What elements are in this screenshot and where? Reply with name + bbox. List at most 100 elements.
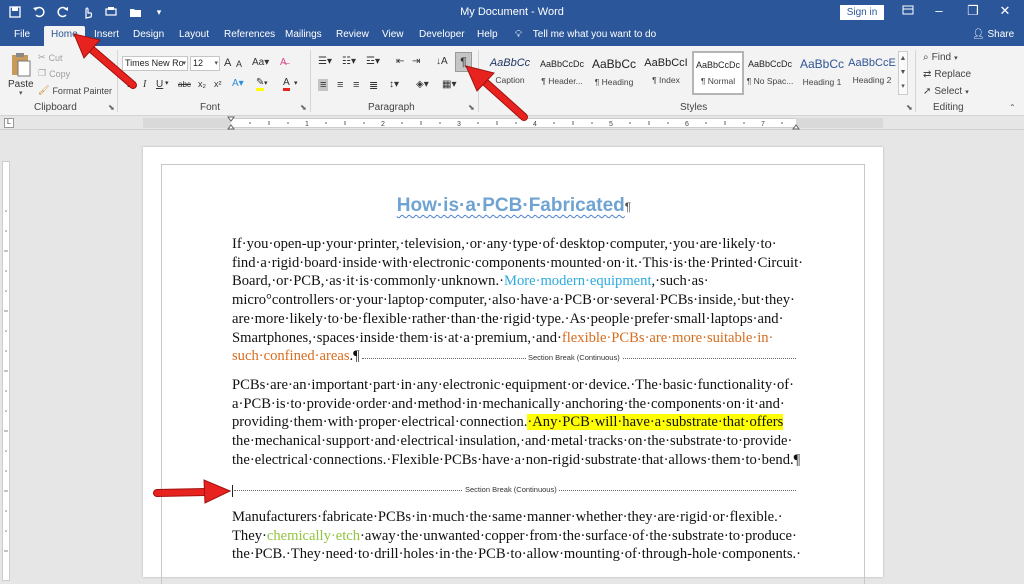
style-index[interactable]: AaBbCcI ¶ Index bbox=[640, 51, 692, 95]
undo-icon[interactable] bbox=[32, 4, 46, 20]
justify-icon[interactable]: ≣ bbox=[369, 79, 378, 92]
find-button[interactable]: ⌕ Find ▾ bbox=[923, 52, 958, 63]
align-right-icon[interactable]: ≡ bbox=[353, 79, 359, 91]
style-name: ¶ Index bbox=[652, 75, 680, 85]
font-launcher-icon[interactable]: ⬊ bbox=[300, 103, 307, 112]
sort-icon[interactable]: ↓A bbox=[436, 56, 448, 67]
italic-button[interactable]: I bbox=[143, 79, 146, 90]
print-preview-icon[interactable] bbox=[104, 4, 118, 20]
share-button[interactable]: 👤︎ Share bbox=[972, 29, 1014, 40]
increase-indent-icon[interactable]: ⇥ bbox=[412, 56, 420, 67]
paragraph-3[interactable]: Manufacturers·fabricate·PCBs·in·much·the… bbox=[232, 508, 802, 564]
redo-icon[interactable] bbox=[56, 4, 70, 20]
tab-help[interactable]: Help bbox=[477, 29, 498, 40]
font-name-combo[interactable]: Times New Ro ▾ bbox=[122, 56, 188, 71]
customize-qat-icon[interactable]: ▾ bbox=[152, 4, 166, 20]
tab-view[interactable]: View bbox=[382, 29, 404, 40]
section-break-2[interactable]: Section Break (Continuous) bbox=[232, 485, 796, 497]
numbering-icon[interactable]: ☷▾ bbox=[342, 56, 356, 67]
collapse-ribbon-icon[interactable]: ⌃ bbox=[1009, 103, 1016, 112]
text-line: the·PCB.·They·need·to·drill·holes·in·the… bbox=[232, 546, 802, 563]
grow-font-button[interactable]: A bbox=[224, 57, 231, 69]
styles-gallery-scroll[interactable]: ▲ ▼ ▾ bbox=[898, 51, 908, 95]
tab-file[interactable]: File bbox=[14, 29, 30, 40]
horizontal-ruler[interactable]: L 1234 567 bbox=[0, 116, 1024, 130]
copy-button[interactable]: ❐ Copy bbox=[38, 68, 70, 79]
paragraph-launcher-icon[interactable]: ⬊ bbox=[468, 103, 475, 112]
shading-icon[interactable]: ◈▾ bbox=[416, 79, 429, 90]
strikethrough-button[interactable]: abc bbox=[178, 80, 191, 89]
vertical-ruler[interactable] bbox=[0, 131, 12, 581]
underline-button[interactable]: U bbox=[156, 79, 163, 90]
bullets-icon[interactable]: ☰▾ bbox=[318, 56, 332, 67]
line-spacing-icon[interactable]: ↕▾ bbox=[389, 79, 399, 90]
paste-button[interactable]: Paste ▾ bbox=[8, 52, 34, 97]
clipboard-launcher-icon[interactable]: ⬊ bbox=[108, 103, 115, 112]
tab-home[interactable]: Home bbox=[44, 26, 85, 46]
svg-text:7: 7 bbox=[761, 121, 765, 128]
text-line: providing·them·with·proper·electrical·co… bbox=[232, 413, 800, 432]
select-button[interactable]: ➚ Select ▾ bbox=[923, 86, 969, 97]
chevron-down-icon[interactable]: ▾ bbox=[165, 79, 169, 87]
multilevel-list-icon[interactable]: ☲▾ bbox=[366, 56, 380, 67]
style-header[interactable]: AaBbCcDc ¶ Header... bbox=[536, 51, 588, 95]
svg-text:6: 6 bbox=[685, 121, 689, 128]
cut-button[interactable]: ✂ Cut bbox=[38, 52, 63, 63]
style-heading[interactable]: AaBbCc ¶ Heading bbox=[588, 51, 640, 95]
document-heading[interactable]: How·is·a·PCB·Fabricated¶ bbox=[232, 195, 796, 217]
clear-formatting-icon[interactable]: A̶ bbox=[280, 57, 287, 68]
paragraph-1[interactable]: If·you·open-up·your·printer,·television,… bbox=[232, 235, 804, 366]
tab-mailings[interactable]: Mailings bbox=[285, 29, 322, 40]
tab-layout[interactable]: Layout bbox=[179, 29, 209, 40]
decrease-indent-icon[interactable]: ⇤ bbox=[396, 56, 404, 67]
chevron-down-icon[interactable]: ▾ bbox=[294, 79, 298, 87]
tell-me-search[interactable]: 💡︎ Tell me what you want to do bbox=[515, 29, 656, 40]
superscript-button[interactable]: x² bbox=[214, 79, 222, 89]
style-caption[interactable]: AaBbCc Caption bbox=[484, 51, 536, 95]
text-run: They· bbox=[232, 527, 267, 544]
tab-insert[interactable]: Insert bbox=[94, 29, 119, 40]
tab-review[interactable]: Review bbox=[336, 29, 369, 40]
section-break-1[interactable]: Section Break (Continuous) bbox=[362, 353, 796, 363]
style-normal[interactable]: AaBbCcDc ¶ Normal bbox=[692, 51, 744, 95]
tab-design[interactable]: Design bbox=[133, 29, 164, 40]
font-size-combo[interactable]: 12 ▾ bbox=[190, 56, 220, 71]
replace-button[interactable]: ⇄ Replace bbox=[923, 69, 971, 80]
sign-in-button[interactable]: Sign in bbox=[840, 5, 884, 20]
save-icon[interactable] bbox=[8, 4, 22, 20]
svg-text:1: 1 bbox=[305, 121, 309, 128]
format-painter-button[interactable]: 🖌︎ Format Painter bbox=[38, 85, 112, 96]
tab-developer[interactable]: Developer bbox=[419, 29, 465, 40]
style-heading-1[interactable]: AaBbCc Heading 1 bbox=[796, 51, 848, 95]
borders-icon[interactable]: ▦▾ bbox=[442, 79, 456, 90]
text-line: the·mechanical·support·and·electrical·in… bbox=[232, 433, 793, 450]
show-hide-formatting-button[interactable]: ¶ bbox=[455, 52, 472, 72]
paragraph-2[interactable]: PCBs·are·an·important·part·in·any·electr… bbox=[232, 376, 800, 470]
style-no-spacing[interactable]: AaBbCcDc ¶ No Spac... bbox=[744, 51, 796, 95]
text-run: providing·them·with·proper·electrical·co… bbox=[232, 414, 528, 431]
shrink-font-button[interactable]: A bbox=[236, 59, 242, 69]
restore-icon[interactable]: ❐ bbox=[958, 3, 988, 19]
change-case-button[interactable]: Aa▾ bbox=[252, 57, 269, 68]
paste-dropdown-icon[interactable]: ▾ bbox=[19, 89, 23, 97]
align-center-icon[interactable]: ≡ bbox=[337, 79, 343, 91]
ribbon-display-options-icon[interactable] bbox=[893, 3, 923, 18]
text-line: find·a·rigid·board·inside·with·electroni… bbox=[232, 254, 804, 271]
open-folder-icon[interactable] bbox=[128, 4, 142, 20]
style-heading-2[interactable]: AaBbCcE Heading 2 bbox=[846, 51, 898, 95]
bold-button[interactable]: B bbox=[127, 79, 134, 90]
subscript-button[interactable]: x₂ bbox=[198, 79, 206, 89]
chevron-down-icon[interactable]: ▾ bbox=[264, 79, 268, 87]
copy-label: Copy bbox=[49, 68, 71, 79]
touch-mode-icon[interactable] bbox=[80, 4, 94, 20]
close-icon[interactable]: ✕ bbox=[990, 3, 1020, 19]
share-label: Share bbox=[987, 29, 1015, 40]
minimize-icon[interactable]: – bbox=[924, 3, 954, 18]
tab-references[interactable]: References bbox=[224, 29, 275, 40]
lightbulb-icon: 💡︎ bbox=[515, 29, 522, 40]
styles-launcher-icon[interactable]: ⬊ bbox=[906, 103, 913, 112]
text-effects-icon[interactable]: A▾ bbox=[232, 78, 244, 89]
font-name-value: Times New Ro bbox=[125, 58, 184, 68]
align-left-icon[interactable]: ≡ bbox=[318, 79, 329, 91]
font-color-icon[interactable]: A bbox=[283, 77, 290, 91]
